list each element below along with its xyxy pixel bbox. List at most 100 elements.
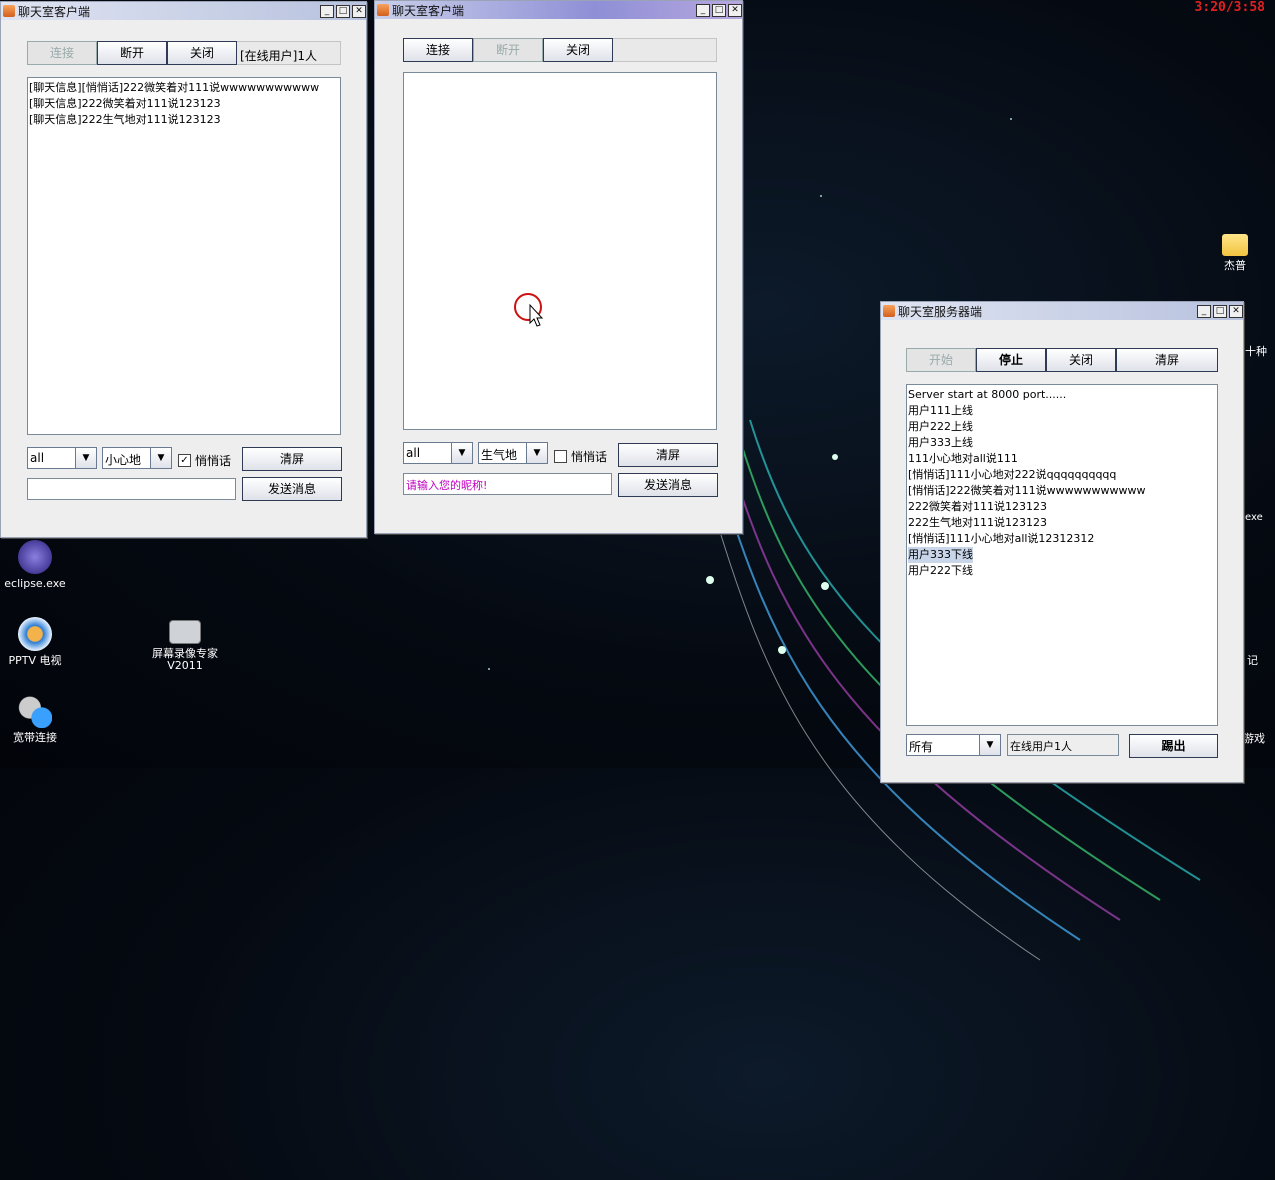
close-window-button[interactable]: ✕	[352, 4, 366, 18]
target-user-select[interactable]: all ▼	[27, 447, 97, 469]
log-line-selected: 用户333下线	[908, 547, 973, 563]
chevron-down-icon[interactable]: ▼	[526, 443, 547, 463]
chevron-down-icon[interactable]: ▼	[979, 735, 1000, 755]
clear-button[interactable]: 清屏	[242, 447, 342, 471]
desktop-icon-label: eclipse.exe	[4, 577, 66, 590]
mood-select[interactable]: 生气地 ▼	[478, 442, 548, 464]
chat-message: [聊天信息]222生气地对111说123123	[29, 113, 221, 126]
send-message-button[interactable]: 发送消息	[242, 477, 342, 501]
java-icon	[377, 4, 389, 16]
camera-icon	[169, 620, 201, 644]
star	[488, 668, 490, 670]
cursor-click-indicator	[514, 293, 544, 327]
desktop-icon-pptv[interactable]: PPTV 电视	[0, 617, 75, 667]
close-window-button[interactable]: ✕	[728, 3, 742, 17]
minimize-button[interactable]: _	[1197, 304, 1211, 318]
clear-button[interactable]: 清屏	[618, 443, 718, 467]
log-line: 用户333上线	[908, 436, 973, 449]
kick-button[interactable]: 踢出	[1129, 734, 1218, 758]
chevron-down-icon[interactable]: ▼	[150, 448, 171, 468]
eclipse-icon	[18, 540, 52, 574]
selected-value: 所有	[909, 740, 934, 754]
desktop-icon-eclipse[interactable]: eclipse.exe	[0, 540, 75, 590]
chevron-down-icon[interactable]: ▼	[75, 448, 96, 468]
connect-button[interactable]: 连接	[27, 41, 97, 65]
chat-message: [聊天信息][悄悄话]222微笑着对111说wwwwwwwwwww	[29, 81, 320, 94]
recording-clock: 3:20/3:58	[1194, 0, 1265, 15]
window-title: 聊天室客户端	[18, 4, 91, 19]
nickname-input[interactable]: 请输入您的昵称!	[403, 473, 612, 495]
maximize-button[interactable]: □	[712, 3, 726, 17]
user-select[interactable]: 所有 ▼	[906, 734, 1001, 756]
close-button[interactable]: 关闭	[543, 38, 613, 62]
close-button[interactable]: 关闭	[1046, 348, 1116, 372]
desktop-icon-label-partial: 游戏	[1243, 732, 1265, 745]
close-button[interactable]: 关闭	[167, 41, 237, 65]
chat-log[interactable]: [聊天信息][悄悄话]222微笑着对111说wwwwwwwwwww [聊天信息]…	[27, 77, 341, 435]
maximize-button[interactable]: □	[336, 4, 350, 18]
desktop-icon-label: 宽带连接	[13, 731, 57, 744]
desktop-icon-label-partial: 记	[1247, 654, 1258, 667]
title-bar[interactable]: 聊天室服务器端 _ □ ✕	[881, 302, 1243, 320]
selected-value: 小心地	[105, 453, 142, 467]
send-message-button[interactable]: 发送消息	[618, 473, 718, 497]
whisper-checkbox[interactable]: ✓ 悄悄话	[178, 452, 231, 469]
java-icon	[3, 5, 15, 17]
log-line: 111小心地对all说111	[908, 452, 1018, 465]
selected-value: 生气地	[481, 448, 518, 462]
log-line: Server start at 8000 port......	[908, 388, 1067, 401]
chat-message: [聊天信息]222微笑着对111说123123	[29, 97, 221, 110]
java-icon	[883, 305, 895, 317]
disconnect-button[interactable]: 断开	[473, 38, 543, 62]
selected-value: all	[30, 451, 45, 465]
target-user-select[interactable]: all ▼	[403, 442, 473, 464]
folder-icon	[1222, 234, 1248, 256]
window-title: 聊天室客户端	[392, 3, 465, 18]
client-window-2[interactable]: 聊天室客户端 _ □ ✕ 连接 断开 关闭 all ▼ 生气地 ▼ 悄悄话 清屏…	[374, 0, 743, 534]
whisper-label: 悄悄话	[195, 454, 232, 468]
desktop-icon-label-partial: 十种	[1245, 345, 1267, 358]
minimize-button[interactable]: _	[696, 3, 710, 17]
title-bar[interactable]: 聊天室客户端 _ □ ✕	[375, 1, 742, 19]
desktop-icon-screen-recorder[interactable]: 屏幕录像专家V2011	[145, 620, 225, 672]
network-globe-icon	[18, 694, 52, 728]
window-title: 聊天室服务器端	[898, 304, 983, 319]
pptv-icon	[18, 617, 52, 651]
minimize-button[interactable]: _	[320, 4, 334, 18]
desktop-icon-folder[interactable]: 杰普	[1195, 234, 1275, 272]
desktop-icon-label: 屏幕录像专家V2011	[152, 647, 218, 672]
chat-log[interactable]	[403, 72, 717, 430]
message-input[interactable]	[27, 478, 236, 500]
log-line: 用户111上线	[908, 404, 973, 417]
close-window-button[interactable]: ✕	[1229, 304, 1243, 318]
star	[1010, 118, 1012, 120]
disconnect-button[interactable]: 断开	[97, 41, 167, 65]
server-window[interactable]: 聊天室服务器端 _ □ ✕ 开始 停止 关闭 清屏 Server start a…	[880, 301, 1244, 783]
client-window-1[interactable]: 聊天室客户端 _ □ ✕ 连接 断开 关闭 [在线用户]1人 [聊天信息][悄悄…	[0, 1, 367, 538]
connect-button[interactable]: 连接	[403, 38, 473, 62]
start-button[interactable]: 开始	[906, 348, 976, 372]
online-count-field: 在线用户1人	[1007, 734, 1119, 756]
whisper-label: 悄悄话	[571, 450, 608, 464]
log-line: 用户222下线	[908, 564, 973, 577]
desktop-icon-label: PPTV 电视	[8, 654, 62, 667]
title-bar[interactable]: 聊天室客户端 _ □ ✕	[1, 2, 366, 20]
mood-select[interactable]: 小心地 ▼	[102, 447, 172, 469]
log-line: [悄悄话]222微笑着对111说wwwwwwwwwww	[908, 484, 1146, 497]
desktop-icon-label: 杰普	[1224, 259, 1246, 272]
log-line: [悄悄话]111小心地对all说12312312	[908, 532, 1095, 545]
selected-value: all	[406, 446, 421, 460]
desktop-icon-broadband[interactable]: 宽带连接	[0, 694, 75, 744]
clear-button[interactable]: 清屏	[1116, 348, 1218, 372]
desktop-icon-label-partial: exe	[1245, 512, 1263, 523]
online-users-label: [在线用户]1人	[240, 49, 317, 63]
log-line: 222微笑着对111说123123	[908, 500, 1047, 513]
checkbox-checked-icon[interactable]: ✓	[178, 454, 191, 467]
maximize-button[interactable]: □	[1213, 304, 1227, 318]
checkbox-unchecked-icon[interactable]	[554, 450, 567, 463]
server-log[interactable]: Server start at 8000 port...... 用户111上线 …	[906, 384, 1218, 726]
whisper-checkbox[interactable]: 悄悄话	[554, 448, 607, 465]
stop-button[interactable]: 停止	[976, 348, 1046, 372]
star	[820, 195, 822, 197]
chevron-down-icon[interactable]: ▼	[451, 443, 472, 463]
